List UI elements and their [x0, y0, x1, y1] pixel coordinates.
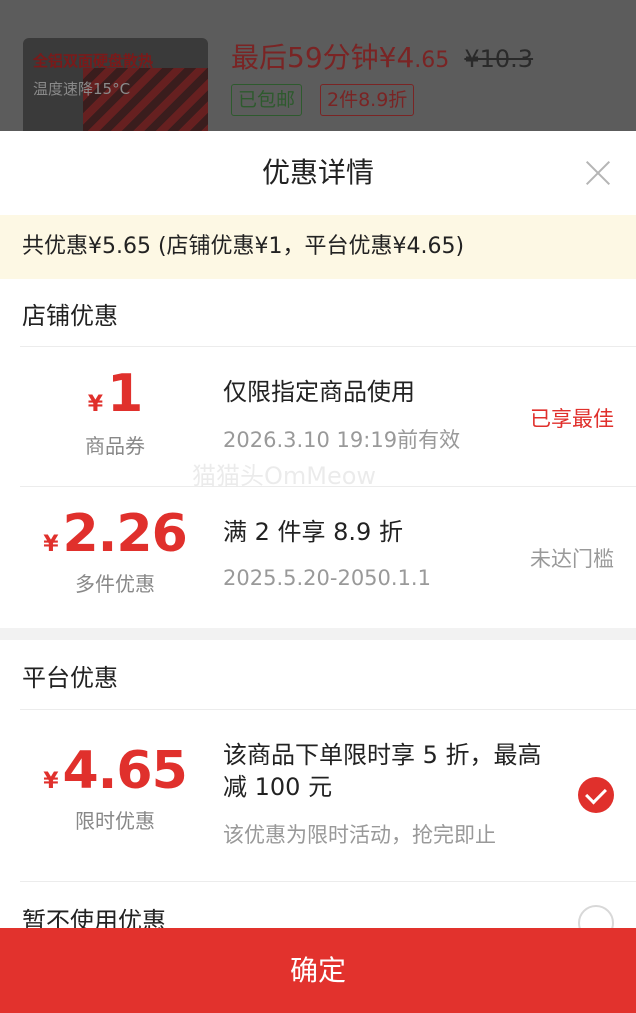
currency-symbol: ¥ — [87, 392, 104, 417]
coupon-title: 该商品下单限时享 5 折，最高 减 100 元 — [223, 739, 542, 803]
coupon-title: 满 2 件享 8.9 折 — [223, 518, 403, 546]
coupon-validity: 2026.3.10 19:19前有效 — [223, 428, 461, 452]
coupon-type-label: 商品券 — [85, 434, 145, 458]
coupon-amount: ¥1 — [0, 364, 230, 424]
sheet-title: 优惠详情 — [261, 156, 374, 189]
thumb-caption-1: 全铝双面硬盘散热 — [33, 52, 154, 70]
discount-details-sheet: 优惠详情 共优惠¥5.65 (店铺优惠¥1，平台优惠¥4.65) 店铺优惠 ¥1… — [0, 131, 636, 1013]
original-price: ¥10.3 — [464, 45, 534, 73]
no-discount-option[interactable]: 暂不使用优惠 — [0, 881, 636, 928]
coupon-amount: ¥4.65 — [0, 741, 230, 801]
coupon-type-label: 限时优惠 — [75, 809, 155, 833]
unselected-radio-icon[interactable] — [578, 905, 614, 928]
coupon-title-line-1: 该商品下单限时享 5 折，最高 — [223, 741, 542, 769]
coupon-status-best: 已享最佳 — [530, 407, 614, 431]
coupon-description: 该优惠为限时活动，抢完即止 — [223, 823, 496, 847]
close-icon[interactable] — [582, 157, 614, 189]
coupon-title: 仅限指定商品使用 — [223, 378, 415, 406]
free-shipping-tag: 已包邮 — [231, 84, 303, 116]
coupon-status-unmet: 未达门槛 — [530, 547, 614, 571]
price-prefix: 最后59分钟¥4 — [231, 41, 415, 74]
selected-check-icon[interactable] — [578, 777, 614, 813]
discount-summary: 共优惠¥5.65 (店铺优惠¥1，平台优惠¥4.65) — [0, 215, 636, 279]
current-price: 最后59分钟¥4.65 — [231, 41, 449, 74]
store-discount-title: 店铺优惠 — [22, 302, 118, 330]
coupon-amount-value: 4.65 — [62, 741, 188, 801]
thumb-caption-2: 温度速降15°C — [33, 80, 131, 98]
store-coupon-item[interactable]: ¥1 商品券 仅限指定商品使用 2026.3.10 19:19前有效 已享最佳 — [0, 346, 636, 486]
currency-symbol: ¥ — [43, 769, 59, 794]
currency-symbol: ¥ — [43, 532, 59, 557]
no-discount-label: 暂不使用优惠 — [22, 907, 166, 928]
product-thumbnail: 全铝双面硬盘散热 温度速降15°C — [23, 38, 208, 138]
coupon-amount-value: 1 — [107, 364, 143, 424]
platform-discount-title: 平台优惠 — [22, 664, 118, 692]
product-header: 全铝双面硬盘散热 温度速降15°C 最后59分钟¥4.65 ¥10.3 已包邮 … — [0, 0, 636, 138]
platform-coupon-item[interactable]: ¥4.65 限时优惠 该商品下单限时享 5 折，最高 减 100 元 该优惠为限… — [0, 709, 636, 881]
confirm-button[interactable]: 确定 — [0, 928, 636, 1013]
multi-buy-tag: 2件8.9折 — [320, 84, 415, 116]
price-cents: .65 — [414, 48, 450, 73]
price-line: 最后59分钟¥4.65 ¥10.3 — [231, 36, 533, 76]
section-gap — [0, 628, 636, 640]
coupon-validity: 2025.5.20-2050.1.1 — [223, 566, 431, 590]
coupon-amount: ¥2.26 — [0, 504, 230, 564]
multi-buy-coupon-item[interactable]: ¥2.26 多件优惠 满 2 件享 8.9 折 2025.5.20-2050.1… — [0, 486, 636, 628]
coupon-title-line-2: 减 100 元 — [223, 773, 333, 801]
coupon-amount-value: 2.26 — [62, 504, 188, 564]
coupon-type-label: 多件优惠 — [75, 572, 155, 596]
